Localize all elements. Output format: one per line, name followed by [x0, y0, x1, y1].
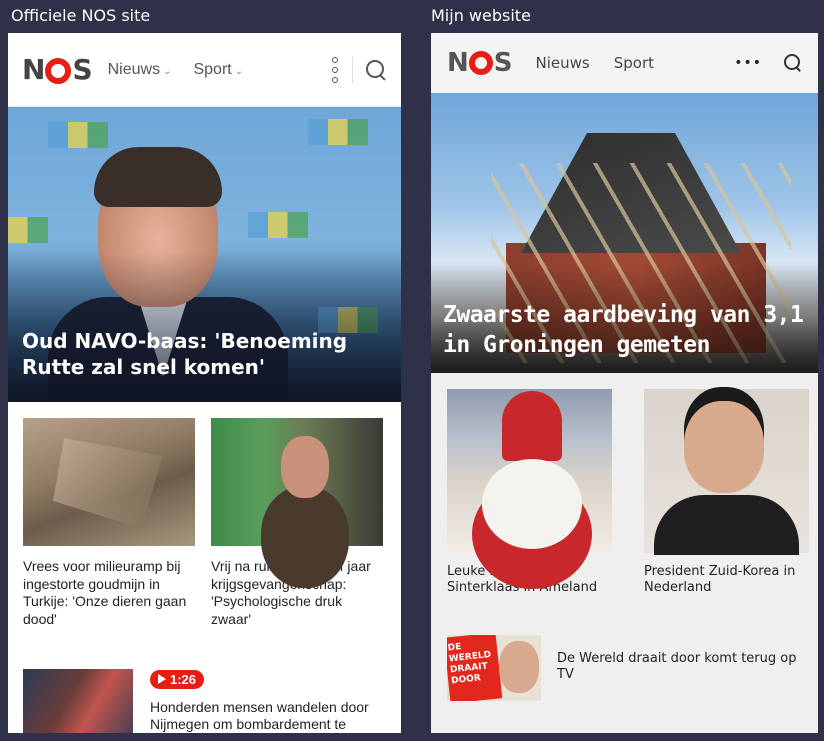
article-caption: Vrij na ruim anderhalf jaar krijgsgevang…	[211, 558, 371, 627]
background-banner	[308, 119, 368, 145]
logo-o-ring	[45, 57, 72, 84]
article-card[interactable]: Vrees voor milieuramp bij ingestorte gou…	[23, 418, 195, 628]
list-thumbnail: DE WERELD DRAAIT DOOR	[447, 634, 541, 701]
article-image	[644, 389, 809, 555]
article-card[interactable]: Leuke intocht van Sinterklaas in Ameland	[447, 389, 612, 597]
nav-item-sport[interactable]: Sport ⌄	[193, 61, 243, 79]
dwdd-logo: DE WERELD DRAAIT DOOR	[447, 634, 503, 701]
article-caption: President Zuid-Korea in Nederland	[644, 564, 796, 596]
nav-item-nieuws[interactable]: Nieuws ⌄	[108, 61, 172, 79]
video-list-item[interactable]: 1:26 Honderden mensen wandelen door Nijm…	[8, 628, 401, 733]
background-banner	[48, 122, 108, 148]
search-icon[interactable]	[365, 59, 387, 81]
nos-logo[interactable]: NS	[22, 53, 93, 86]
article-grid: Leuke intocht van Sinterklaas in Ameland…	[431, 373, 818, 597]
nav-item-sport[interactable]: Sport	[614, 54, 654, 72]
article-image	[447, 389, 612, 553]
site-header: NS Nieuws Sport •••	[431, 33, 818, 93]
background-banner	[8, 217, 48, 243]
list-caption: De Wereld draait door komt terug op TV	[557, 650, 797, 683]
chevron-down-icon: ⌄	[234, 65, 244, 77]
video-duration-badge: 1:26	[150, 669, 205, 689]
video-thumbnail	[23, 669, 133, 733]
chevron-down-icon: ⌄	[163, 65, 172, 77]
logo-o-ring	[468, 51, 493, 75]
nos-logo[interactable]: NS	[447, 48, 512, 78]
left-panel-title: Officiele NOS site	[11, 6, 151, 25]
hero-article[interactable]: Oud NAVO-baas: 'Benoeming Rutte zal snel…	[8, 107, 401, 402]
article-image	[23, 418, 195, 546]
play-icon	[158, 674, 166, 684]
more-vertical-icon[interactable]	[318, 56, 353, 83]
article-caption: Vrees voor milieuramp bij ingestorte gou…	[23, 558, 187, 627]
nav-item-nieuws[interactable]: Nieuws	[536, 54, 590, 72]
article-caption: Leuke intocht van Sinterklaas in Ameland	[447, 564, 598, 596]
main-nav: Nieuws Sport	[536, 54, 655, 72]
hero-article[interactable]: Zwaarste aardbeving van 3,1 in Groningen…	[431, 93, 818, 373]
more-horizontal-icon[interactable]: •••	[734, 55, 762, 71]
article-image	[211, 418, 383, 546]
hero-headline: Zwaarste aardbeving van 3,1 in Groningen…	[443, 302, 804, 359]
article-card[interactable]: Vrij na ruim anderhalf jaar krijgsgevang…	[211, 418, 383, 628]
official-nos-screen: NS Nieuws ⌄ Sport ⌄ Oud NAVO-baas: 'Benoem…	[8, 33, 401, 733]
article-card[interactable]: President Zuid-Korea in Nederland	[644, 389, 809, 597]
list-item[interactable]: DE WERELD DRAAIT DOOR De Wereld draait d…	[431, 597, 818, 701]
video-caption: Honderden mensen wandelen door Nijmegen …	[150, 698, 369, 733]
main-nav: Nieuws ⌄ Sport ⌄	[108, 61, 244, 79]
my-website-screen: NS Nieuws Sport ••• Zwaarste aardbeving …	[431, 33, 818, 733]
hero-headline: Oud NAVO-baas: 'Benoeming Rutte zal snel…	[22, 329, 348, 379]
search-icon[interactable]	[784, 54, 802, 72]
site-header: NS Nieuws ⌄ Sport ⌄	[8, 33, 401, 107]
article-grid: Vrees voor milieuramp bij ingestorte gou…	[8, 402, 401, 628]
right-panel-title: Mijn website	[431, 6, 531, 25]
